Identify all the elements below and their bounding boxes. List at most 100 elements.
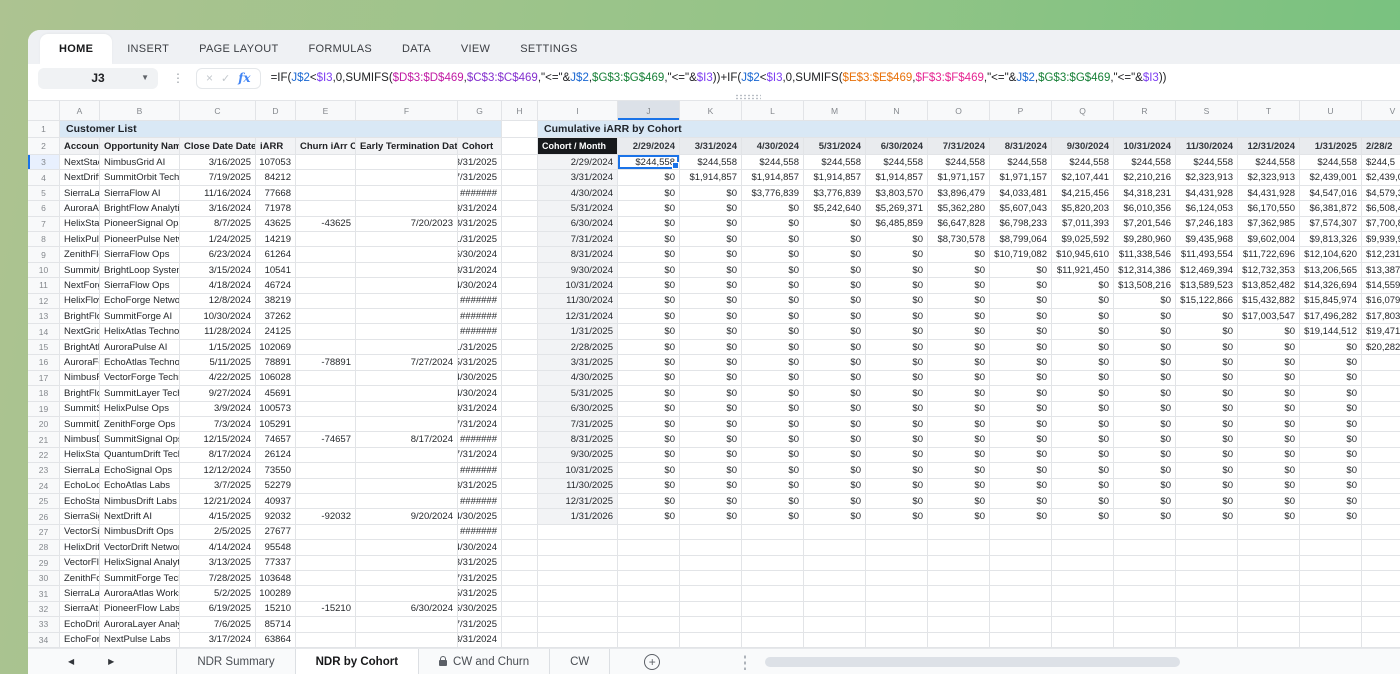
matrix-value-cell[interactable]: $0 [804, 509, 866, 524]
matrix-value-cell[interactable]: $6,381,872 [1300, 201, 1362, 216]
empty-cell[interactable] [502, 571, 538, 586]
matrix-value-cell[interactable]: $244,558 [1176, 155, 1238, 170]
left-data-cell[interactable]: NextStacl [60, 155, 100, 170]
left-data-cell[interactable] [356, 556, 458, 571]
empty-cell[interactable] [928, 556, 990, 571]
empty-cell[interactable] [866, 586, 928, 601]
matrix-value-cell[interactable]: $0 [1238, 324, 1300, 339]
sheet-tab-cw-and-churn[interactable]: CW and Churn [418, 649, 549, 674]
left-data-cell[interactable]: AuroraPulse AI [100, 340, 180, 355]
matrix-value-cell[interactable]: $0 [742, 278, 804, 293]
cohort-label-cell[interactable]: 5/31/2025 [538, 386, 618, 401]
left-data-cell[interactable]: 5/11/2025 [180, 355, 256, 370]
matrix-value-cell[interactable]: $6,798,233 [990, 217, 1052, 232]
empty-cell[interactable] [502, 417, 538, 432]
matrix-value-cell[interactable]: $0 [804, 309, 866, 324]
left-data-cell[interactable] [296, 324, 356, 339]
left-data-cell[interactable] [356, 463, 458, 478]
left-data-cell[interactable]: 1/24/2025 [180, 232, 256, 247]
matrix-value-cell[interactable]: $244,558 [1114, 155, 1176, 170]
matrix-value-cell[interactable]: $2,439,001 [1300, 170, 1362, 185]
left-data-cell[interactable]: 4/22/2025 [180, 371, 256, 386]
empty-cell[interactable] [502, 355, 538, 370]
matrix-value-cell[interactable]: $0 [990, 371, 1052, 386]
empty-cell[interactable] [1052, 556, 1114, 571]
left-data-cell[interactable]: BrightFlo [60, 309, 100, 324]
left-data-cell[interactable]: ZenithFlo [60, 247, 100, 262]
left-data-cell[interactable] [356, 201, 458, 216]
column-header-P[interactable]: P [990, 101, 1052, 121]
matrix-value-cell[interactable]: $19,471,2 [1362, 324, 1400, 339]
empty-cell[interactable] [618, 525, 680, 540]
left-data-cell[interactable]: VectorSig [60, 525, 100, 540]
left-data-cell[interactable]: 73550 [256, 463, 296, 478]
left-data-cell[interactable]: BrightAtl [60, 340, 100, 355]
left-data-cell[interactable]: VectorDrift Network [100, 540, 180, 555]
left-data-cell[interactable] [356, 278, 458, 293]
matrix-value-cell[interactable]: $0 [1300, 355, 1362, 370]
cohort-label-cell[interactable]: 6/30/2025 [538, 402, 618, 417]
matrix-value-cell[interactable]: $0 [804, 232, 866, 247]
empty-cell[interactable] [1114, 556, 1176, 571]
left-data-cell[interactable]: -92032 [296, 509, 356, 524]
empty-cell[interactable] [1114, 633, 1176, 648]
left-data-cell[interactable]: BrightFlo [60, 386, 100, 401]
left-data-cell[interactable]: SierraFlow Ops [100, 247, 180, 262]
empty-cell[interactable] [502, 170, 538, 185]
empty-cell[interactable] [990, 586, 1052, 601]
empty-cell[interactable] [742, 617, 804, 632]
more-options-icon[interactable]: ⋮ [172, 71, 184, 85]
left-data-cell[interactable]: 3/13/2025 [180, 556, 256, 571]
matrix-value-cell[interactable]: $0 [1114, 479, 1176, 494]
matrix-value-cell[interactable]: $244,558 [804, 155, 866, 170]
empty-cell[interactable] [502, 556, 538, 571]
empty-cell[interactable] [1052, 602, 1114, 617]
matrix-value-cell[interactable]: $0 [990, 402, 1052, 417]
left-data-cell[interactable]: NimbusFo [60, 371, 100, 386]
left-data-cell[interactable]: VectorFlo [60, 556, 100, 571]
add-sheet-icon[interactable]: + [644, 654, 660, 670]
matrix-value-cell[interactable] [1362, 432, 1400, 447]
matrix-value-cell[interactable]: $0 [618, 509, 680, 524]
matrix-value-cell[interactable]: $6,124,053 [1176, 201, 1238, 216]
left-header-cell[interactable]: Opportunity Name [100, 138, 180, 155]
matrix-value-cell[interactable]: $0 [742, 263, 804, 278]
left-data-cell[interactable] [356, 247, 458, 262]
matrix-value-cell[interactable]: $4,318,231 [1114, 186, 1176, 201]
empty-cell[interactable] [1300, 540, 1362, 555]
left-header-cell[interactable]: Early Termination Date [356, 138, 458, 155]
tab-bar-drag-handle-icon[interactable] [743, 654, 747, 670]
empty-cell[interactable] [1176, 556, 1238, 571]
matrix-value-cell[interactable]: $12,104,620 [1300, 247, 1362, 262]
matrix-value-cell[interactable]: $0 [1238, 340, 1300, 355]
matrix-value-cell[interactable] [1362, 371, 1400, 386]
empty-cell[interactable] [618, 540, 680, 555]
matrix-value-cell[interactable]: $0 [928, 448, 990, 463]
left-data-cell[interactable]: 10541 [256, 263, 296, 278]
column-header-T[interactable]: T [1238, 101, 1300, 121]
left-data-cell[interactable]: 85714 [256, 617, 296, 632]
matrix-value-cell[interactable]: $0 [866, 494, 928, 509]
left-data-cell[interactable]: 26124 [256, 448, 296, 463]
left-data-cell[interactable]: NimbusGrid AI [100, 155, 180, 170]
left-data-cell[interactable]: 3/31/2024 [458, 263, 502, 278]
left-data-cell[interactable]: 7/19/2025 [180, 170, 256, 185]
month-header-cell[interactable]: 8/31/2024 [990, 138, 1052, 155]
row-number[interactable]: 29 [28, 556, 60, 571]
matrix-value-cell[interactable]: $0 [1176, 340, 1238, 355]
empty-cell[interactable] [1238, 617, 1300, 632]
horizontal-scrollbar[interactable] [765, 657, 1180, 667]
row-number[interactable]: 34 [28, 633, 60, 648]
matrix-value-cell[interactable]: $0 [742, 432, 804, 447]
chevron-down-icon[interactable]: ▼ [141, 73, 149, 82]
empty-cell[interactable] [1176, 633, 1238, 648]
row-number[interactable]: 8 [28, 232, 60, 247]
left-data-cell[interactable]: HelixStac [60, 448, 100, 463]
matrix-value-cell[interactable]: $0 [618, 494, 680, 509]
empty-cell[interactable] [1300, 617, 1362, 632]
left-data-cell[interactable]: HelixAtlas Technolo [100, 324, 180, 339]
column-header-A[interactable]: A [60, 101, 100, 121]
left-data-cell[interactable]: 12/21/2024 [180, 494, 256, 509]
matrix-value-cell[interactable]: $0 [990, 294, 1052, 309]
matrix-value-cell[interactable]: $0 [1300, 494, 1362, 509]
